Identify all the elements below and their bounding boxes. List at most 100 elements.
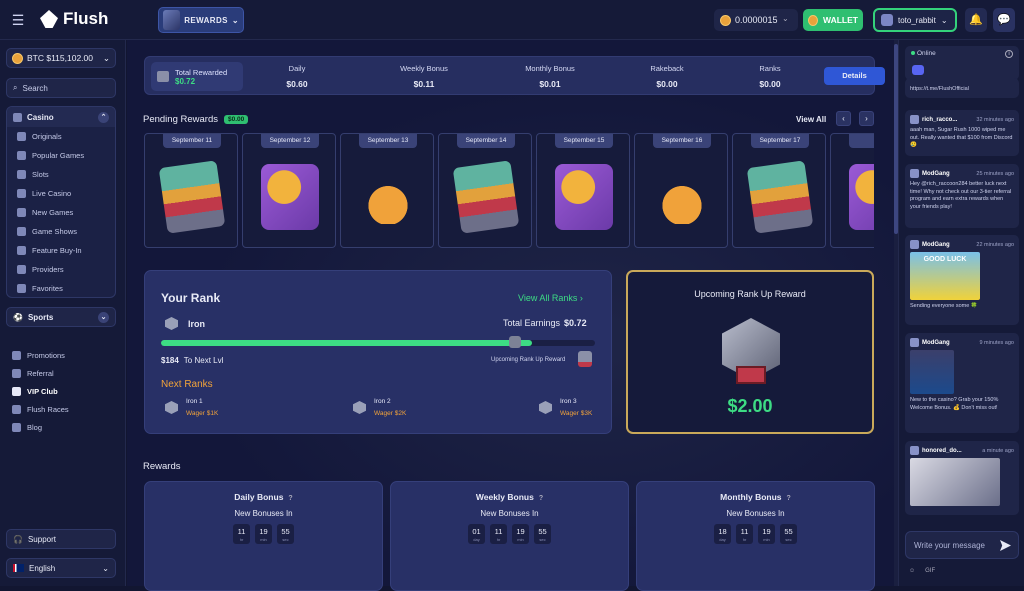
sidebar-item-new-games[interactable]: New Games [7,203,115,222]
info-icon[interactable]: i [1005,50,1013,58]
pending-reward-card[interactable]: September 17 [732,133,826,248]
chevron-up-icon[interactable]: ⌃ [98,111,109,123]
bell-icon[interactable]: 🔔 [965,8,987,32]
chat-username[interactable]: ModGang [922,340,950,346]
sidebar-item-live-casino[interactable]: Live Casino [7,184,115,203]
sidebar-item-blog[interactable]: Blog [4,418,116,436]
sidebar-item-providers[interactable]: Providers [7,260,115,279]
brand-logo[interactable]: Flush [40,9,108,29]
timer-unit: 11 hr [736,524,753,544]
chat-message: rich_racco... 32 minutes ago aaah man, Sug… [905,110,1019,156]
ribbon-icon [736,366,766,384]
chevron-left-icon[interactable]: ‹ [836,111,851,126]
online-dot-icon [911,51,915,55]
sidebar-item-favorites[interactable]: Favorites [7,279,115,298]
reward-card[interactable]: Daily Bonus? New Bonuses In 11 hr 19 min 55 sec [144,481,383,591]
timer-value: 19 [762,527,771,536]
emoji-icon[interactable]: ☺ [909,568,915,574]
support-button[interactable]: 🎧 Support [6,529,116,549]
sidebar-item-popular-games[interactable]: Popular Games [7,146,115,165]
avatar[interactable] [910,240,919,249]
btc-balance-selector[interactable]: BTC $115,102.00 ⌄ [6,48,116,68]
chat-username[interactable]: ModGang [922,171,950,177]
avatar[interactable] [910,446,919,455]
pending-reward-card[interactable]: September 14 [438,133,532,248]
soccer-ball-icon: ⚽ [13,312,23,322]
timer-unit-label: hr [496,537,501,542]
pending-reward-date: September 12 [261,134,319,148]
view-all-link[interactable]: View All [796,115,826,124]
sidebar-item-promotions[interactable]: Promotions [4,346,116,364]
rewards-dropdown[interactable]: REWARDS ⌄ [158,7,244,33]
gif-button[interactable]: GIF [925,568,935,574]
pending-reward-card[interactable]: September 15 [536,133,630,248]
wallet-button[interactable]: WALLET [803,9,863,31]
timer-unit: 55 sec [534,524,551,544]
avatar[interactable] [910,115,919,124]
chevron-down-icon[interactable]: ⌄ [782,14,789,23]
discord-icon[interactable] [912,65,924,75]
chat-username[interactable]: ModGang [922,242,950,248]
language-selector[interactable]: English ⌄ [6,558,116,578]
upcoming-title: Upcoming Rank Up Reward [694,289,806,299]
sports-label: Sports [27,312,54,322]
sidebar-item-feature-buy-in[interactable]: Feature Buy-In [7,241,115,260]
summary-value: $0.01 [539,79,561,89]
rewards-summary-bar: Total Rewarded $0.72 Daily $0.60 Weekly B… [144,56,885,95]
reward-card-title: Monthly Bonus? [637,492,874,502]
chat-message-text: https://t.me/FlushOfficial [910,86,969,92]
help-icon[interactable]: ? [288,495,292,502]
menu-toggle-icon[interactable]: ☰ [8,10,28,30]
pending-reward-card[interactable]: September 13 [340,133,434,248]
pending-reward-card[interactable]: September 16 [634,133,728,248]
rank-progress-fill [161,340,533,346]
timer-value: 11 [740,527,749,536]
avatar[interactable] [910,338,919,347]
pending-reward-card[interactable]: September 12 [242,133,336,248]
pending-reward-card[interactable]: Se [830,133,874,248]
view-all-ranks-link[interactable]: View All Ranks › [518,293,583,303]
uk-flag-icon [13,564,24,572]
avatar[interactable] [910,169,919,178]
online-label: Online [917,50,936,57]
your-rank-card: Your Rank View All Ranks › Iron Total Ea… [144,270,612,434]
sidebar-item-vip-club[interactable]: VIP Club [4,382,116,400]
chevron-down-icon: ⌄ [940,15,948,25]
chevron-right-icon[interactable]: › [859,111,874,126]
user-menu-button[interactable]: toto_rabbit ⌄ [873,8,957,32]
chevron-down-icon: ⌄ [102,52,110,63]
summary-label: Rakeback [650,64,684,73]
search-label: Search [22,83,48,93]
rank-progress-bar [161,340,595,346]
sidebar-item-slots[interactable]: Slots [7,165,115,184]
next-rank-wager: Wager $2K [374,410,407,417]
search-button[interactable]: ⌕ Search [6,78,116,98]
sidebar-item-game-shows[interactable]: Game Shows [7,222,115,241]
reward-card[interactable]: Monthly Bonus? New Bonuses In 18 day 11 hr 19 m… [636,481,875,591]
details-button[interactable]: Details [824,67,885,85]
help-icon[interactable]: ? [539,495,543,502]
chat-toggle-icon[interactable]: 💬 [993,8,1015,32]
chat-timestamp: 32 minutes ago [976,116,1014,123]
sidebar-item-flush-races[interactable]: Flush Races [4,400,116,418]
chat-input[interactable]: Write your message [905,531,1019,559]
sports-header[interactable]: ⚽ Sports ⌄ [6,307,116,327]
casino-header[interactable]: Casino ⌃ [7,107,115,127]
chat-message-header: ModGang 25 minutes ago [910,169,1014,178]
send-icon[interactable] [1000,540,1011,551]
upcoming-reward-label: Upcoming Rank Up Reward [491,357,566,363]
pending-reward-card[interactable]: September 11 [144,133,238,248]
sidebar-item-referral[interactable]: Referral [4,364,116,382]
rank-badge-icon [353,401,366,414]
reward-card[interactable]: Weekly Bonus? New Bonuses In 01 day 11 hr 19 mi… [390,481,629,591]
chevron-down-icon[interactable]: ⌄ [98,311,109,323]
chat-username[interactable]: rich_racco... [922,117,957,123]
support-label: Support [27,534,56,544]
sidebar-item-originals[interactable]: Originals [7,127,115,146]
chat-timestamp: 22 minutes ago [976,241,1014,248]
chat-username[interactable]: honored_do... [922,448,962,454]
chat-gif: GOOD LUCK [910,252,980,300]
next-rank-name: Iron 3 [560,398,577,405]
help-icon[interactable]: ? [787,495,791,502]
crown-icon [12,386,21,396]
